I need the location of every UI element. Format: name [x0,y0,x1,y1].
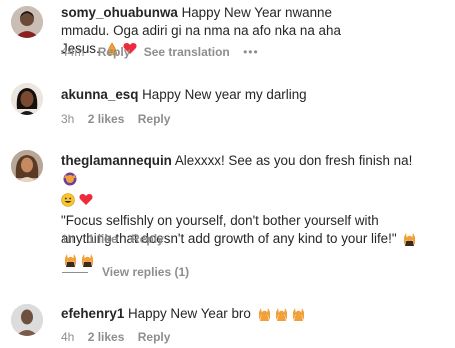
reply-button[interactable]: Reply [138,112,171,126]
comment-text: efehenry1 Happy New Year bro [61,305,441,326]
more-options-icon[interactable]: ••• [243,45,259,59]
comment-time: 3h [61,112,75,126]
comment-meta: 1h 1 like Reply [61,232,174,246]
comment-meta: 3h 2 likes Reply [61,112,180,126]
comment-time: 1h [61,232,75,246]
comment-body: Happy New Year bro [128,306,251,321]
avatar[interactable] [11,150,43,182]
avatar[interactable] [11,6,43,38]
view-replies-button[interactable]: View replies (1) [62,265,189,279]
person-raising-hands-icon [257,306,272,326]
username[interactable]: somy_ohuabunwa [61,5,178,20]
likes-count[interactable]: 1 like [88,232,118,246]
see-translation-button[interactable]: See translation [144,45,230,59]
face-with-raised-hands-icon [63,172,77,191]
comment-body: Alexxxx! See as you don fresh finish na! [174,153,413,168]
person-raising-hands-icon [402,231,417,251]
red-heart-icon [79,193,93,211]
reply-button[interactable]: Reply [138,330,171,344]
comment-text: theglamannequin Alexxxx! See as you don … [61,152,431,272]
username[interactable]: efehenry1 [61,306,124,321]
reply-button[interactable]: Reply [131,232,164,246]
person-raising-hands-icon [274,306,289,326]
divider-line [62,271,88,273]
view-replies-label: View replies (1) [102,265,190,279]
likes-count[interactable]: 2 likes [88,112,125,126]
comment-meta: 4h 2 likes Reply [61,330,180,344]
comment-text: akunna_esq Happy New year my darling [61,86,441,104]
likes-count[interactable]: 2 likes [88,330,125,344]
grinning-face-icon [61,193,75,212]
reply-button[interactable]: Reply [98,45,131,59]
comment-time: 44m [61,45,85,59]
username[interactable]: theglamannequin [61,153,172,168]
comment-time: 4h [61,330,75,344]
comment-meta: 44m Reply See translation ••• [61,45,269,59]
person-raising-hands-icon [291,306,306,326]
avatar[interactable] [11,83,43,115]
comment-body: Happy New year my darling [142,87,307,102]
username[interactable]: akunna_esq [61,87,138,102]
avatar[interactable] [11,304,43,336]
